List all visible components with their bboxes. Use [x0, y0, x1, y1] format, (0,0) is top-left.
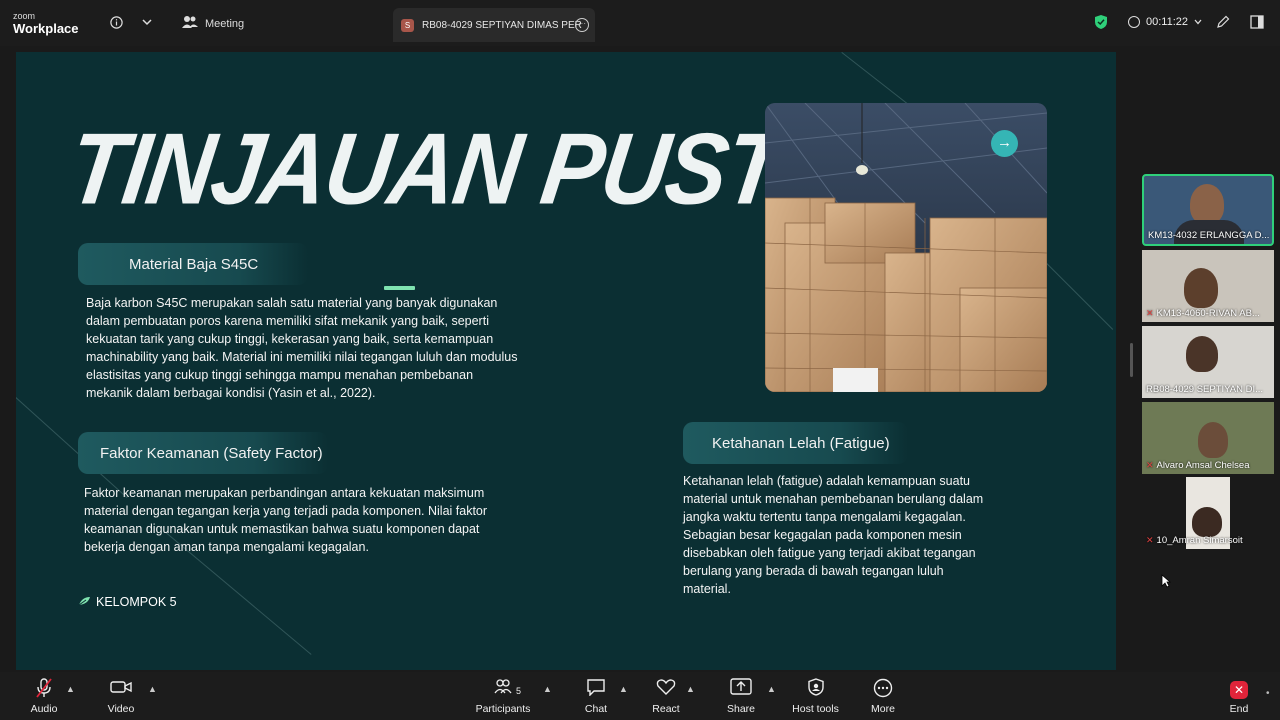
- participant-strip: KM13-4032 ERLANGGA D... ✕ KM13-4060-RIVAN…: [1116, 46, 1280, 672]
- annotate-pen-icon[interactable]: [1213, 12, 1233, 32]
- section-body-material: Baja karbon S45C merupakan salah satu ma…: [86, 296, 518, 400]
- participant-tile[interactable]: ✕ KM13-4060-RIVAN AB...: [1142, 250, 1274, 322]
- chat-options-caret[interactable]: ▲: [619, 684, 628, 694]
- host-shield-icon: [788, 678, 843, 700]
- participant-tile[interactable]: ✕ Alvaro Amsal Chelsea: [1142, 402, 1274, 474]
- video-button[interactable]: Video: [101, 678, 141, 715]
- participants-button[interactable]: 5 Participants: [473, 678, 533, 715]
- more-options-icon[interactable]: ···: [575, 18, 589, 32]
- scrollbar[interactable]: [1130, 343, 1133, 377]
- chevron-down-icon[interactable]: [137, 12, 157, 32]
- participant-tile[interactable]: KM13-4032 ERLANGGA D...: [1142, 174, 1274, 246]
- accent-bar: [384, 286, 415, 290]
- top-bar: zoom Workplace Meeting S RB08-4029 SEPTI…: [0, 0, 1280, 46]
- react-button[interactable]: React: [648, 678, 684, 715]
- participant-video: [1184, 268, 1218, 308]
- audio-options-caret[interactable]: ▲: [66, 684, 75, 694]
- participant-name: ✕ KM13-4060-RIVAN AB...: [1146, 308, 1260, 319]
- participant-name: ✕ 10_Amran Simarsoit: [1146, 535, 1243, 546]
- meeting-timer[interactable]: 00:11:22: [1128, 16, 1202, 28]
- mic-muted-icon: ✕: [1146, 460, 1154, 470]
- more-icon: [864, 678, 902, 700]
- participant-video: [1192, 507, 1222, 537]
- zoom-logo: zoom Workplace: [13, 11, 79, 36]
- participant-name: ✕ Alvaro Amsal Chelsea: [1146, 460, 1250, 471]
- participants-options-caret[interactable]: ▲: [543, 684, 552, 694]
- mic-muted-icon: ✕: [1146, 308, 1154, 318]
- camera-icon: [101, 678, 141, 700]
- section-heading-fatigue: Ketahanan Lelah (Fatigue): [683, 422, 908, 464]
- participant-name: KM13-4032 ERLANGGA D...: [1148, 230, 1270, 241]
- shield-icon[interactable]: [1091, 12, 1111, 32]
- participant-video: [1190, 184, 1224, 224]
- section-body-safety-factor: Faktor keamanan merupakan perbandingan a…: [84, 486, 488, 554]
- decorative-line: [1045, 262, 1114, 330]
- host-tools-button[interactable]: Host tools: [788, 678, 843, 715]
- participants-icon: 5: [473, 678, 533, 700]
- arrow-right-icon: →: [991, 130, 1018, 157]
- chat-icon: [578, 678, 614, 700]
- end-meeting-button[interactable]: ✕ End: [1224, 678, 1254, 715]
- more-button[interactable]: More: [864, 678, 902, 715]
- section-heading-material: Material Baja S45C: [78, 243, 308, 285]
- close-icon: ✕: [1224, 678, 1254, 700]
- share-screen-icon: [722, 678, 760, 700]
- section-heading-safety-factor: Faktor Keamanan (Safety Factor): [78, 432, 328, 474]
- share-options-caret[interactable]: ▲: [767, 684, 776, 694]
- info-icon[interactable]: [106, 12, 126, 32]
- participant-video: [1198, 422, 1228, 458]
- participant-video: [1186, 336, 1218, 372]
- speaker-name: RB08-4029 SEPTIYAN DIMAS PER: [422, 20, 582, 31]
- participant-tile[interactable]: RB08-4029 SEPTIYAN DI...: [1142, 326, 1274, 398]
- meeting-participants-icon: [180, 12, 200, 32]
- react-options-caret[interactable]: ▲: [686, 684, 695, 694]
- bottom-toolbar: Audio ▲ Video ▲ 5 Participants ▲ Chat ▲ …: [0, 672, 1280, 720]
- clock-icon: [1128, 16, 1140, 28]
- mic-muted-icon: [24, 678, 64, 700]
- participants-count: 5: [516, 686, 522, 696]
- mouse-cursor-icon: [1161, 574, 1171, 588]
- heart-icon: [648, 678, 684, 700]
- participant-name: RB08-4029 SEPTIYAN DI...: [1146, 384, 1264, 395]
- chevron-down-icon: [1194, 19, 1202, 25]
- active-speaker-tab[interactable]: S RB08-4029 SEPTIYAN DIMAS PER ···: [393, 8, 595, 42]
- audio-button[interactable]: Audio: [24, 678, 64, 715]
- mic-muted-icon: ✕: [1146, 535, 1154, 545]
- view-layout-icon[interactable]: [1247, 12, 1267, 32]
- group-label: KELOMPOK 5: [78, 595, 177, 609]
- speaker-avatar: S: [401, 19, 414, 32]
- shared-slide: TINJAUAN PUSTAKA Material Baja S45C Baja…: [16, 52, 1116, 670]
- meeting-label: Meeting: [205, 18, 245, 30]
- mic-status-icon: •: [1266, 688, 1270, 699]
- chat-button[interactable]: Chat: [578, 678, 614, 715]
- participant-tile[interactable]: ✕ 10_Amran Simarsoit: [1142, 477, 1274, 549]
- video-options-caret[interactable]: ▲: [148, 684, 157, 694]
- section-body-fatigue: Ketahanan lelah (fatigue) adalah kemampu…: [683, 474, 984, 596]
- share-button[interactable]: Share: [722, 678, 760, 715]
- leaf-icon: [78, 595, 91, 609]
